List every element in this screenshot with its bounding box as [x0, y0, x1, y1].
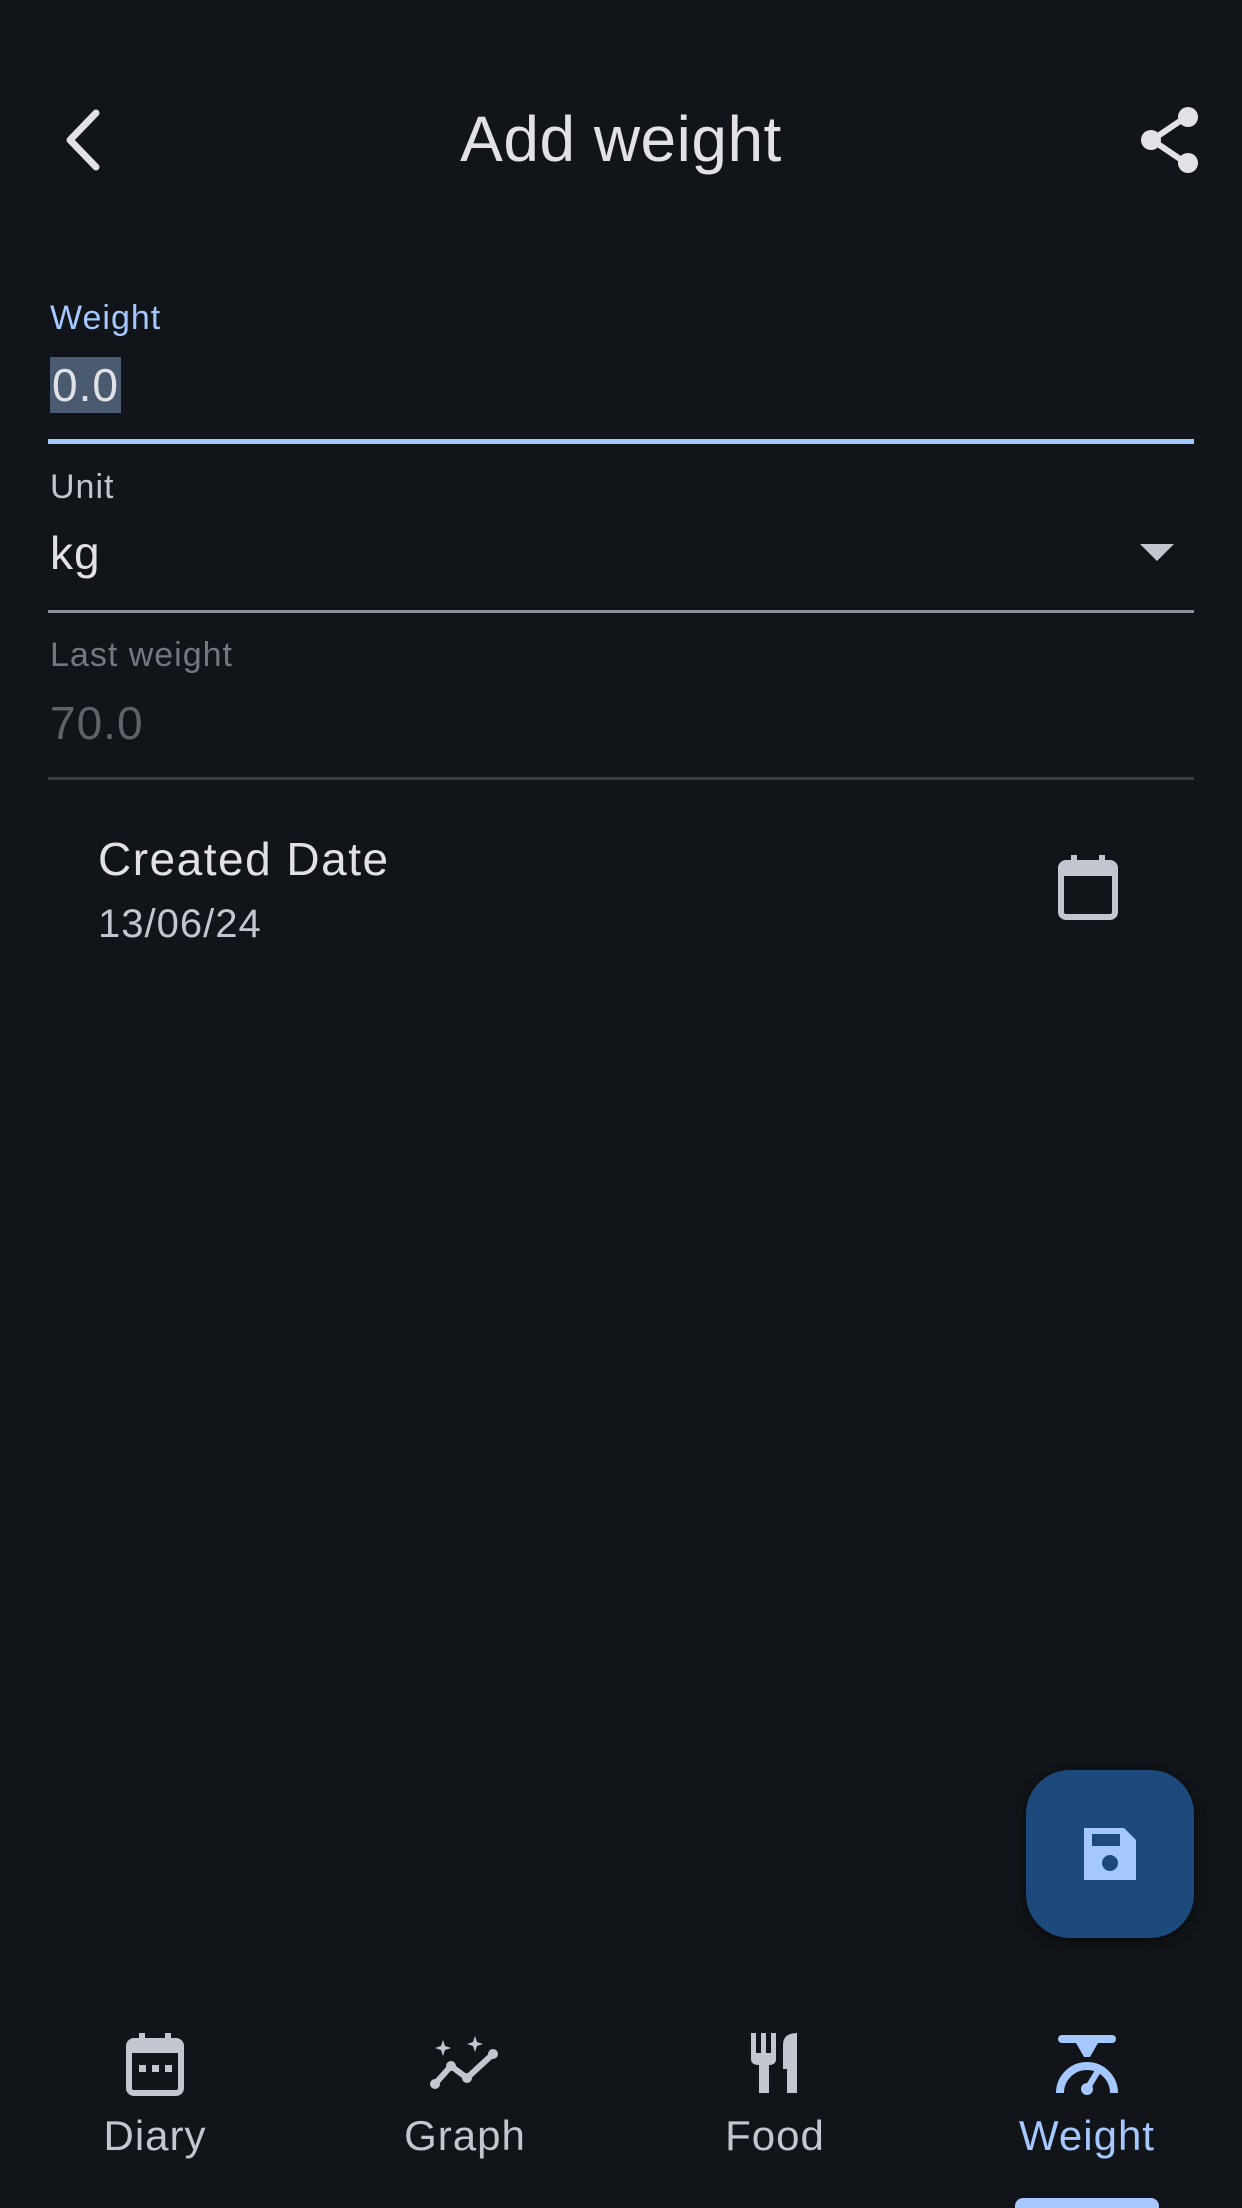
- page-title: Add weight: [460, 103, 782, 175]
- save-icon: [1084, 1828, 1136, 1880]
- add-weight-screen: Add weight Weight 0.0 Unit kg Last weigh…: [0, 0, 1242, 2208]
- last-weight-field: Last weight 70.0: [48, 632, 1194, 782]
- nav-label-weight: Weight: [1019, 2112, 1155, 2159]
- last-weight-underline: [48, 777, 1194, 780]
- dropdown-arrow-icon[interactable]: [1140, 544, 1174, 561]
- weight-underline: [48, 439, 1194, 444]
- created-date-value: 13/06/24: [98, 902, 262, 946]
- active-nav-indicator: [1015, 2198, 1159, 2208]
- top-app-bar: Add weight: [0, 60, 1242, 230]
- share-button[interactable]: [1130, 100, 1210, 180]
- weight-input[interactable]: 0.0: [50, 357, 121, 413]
- save-button[interactable]: [1026, 1770, 1194, 1938]
- unit-label: Unit: [50, 468, 115, 506]
- nav-label-graph: Graph: [404, 2112, 526, 2159]
- last-weight-value: 70.0: [50, 697, 144, 749]
- nav-label-food: Food: [725, 2112, 825, 2159]
- weight-label: Weight: [50, 299, 162, 337]
- restaurant-icon: [751, 2033, 797, 2093]
- scale-icon: [1056, 2035, 1118, 2095]
- unit-value[interactable]: kg: [50, 526, 101, 580]
- weight-field[interactable]: Weight 0.0: [48, 295, 1194, 450]
- calendar-icon: [126, 2033, 184, 2096]
- unit-underline: [48, 610, 1194, 613]
- nav-item-weight[interactable]: Weight: [932, 1990, 1242, 2208]
- calendar-icon: [1058, 855, 1118, 920]
- calendar-button[interactable]: [1048, 848, 1128, 928]
- bottom-navigation: Diary Graph Food Weight: [0, 1990, 1242, 2208]
- nav-label-diary: Diary: [103, 2112, 207, 2159]
- created-date-label: Created Date: [98, 833, 390, 885]
- nav-item-diary[interactable]: Diary: [0, 1990, 310, 2208]
- last-weight-label: Last weight: [50, 636, 233, 674]
- nav-item-graph[interactable]: Graph: [310, 1990, 620, 2208]
- unit-dropdown[interactable]: Unit kg: [48, 462, 1194, 617]
- created-date-row[interactable]: Created Date 13/06/24: [48, 812, 1194, 962]
- graph-icon: [430, 2036, 498, 2089]
- share-icon: [1141, 107, 1198, 173]
- nav-item-food[interactable]: Food: [620, 1990, 930, 2208]
